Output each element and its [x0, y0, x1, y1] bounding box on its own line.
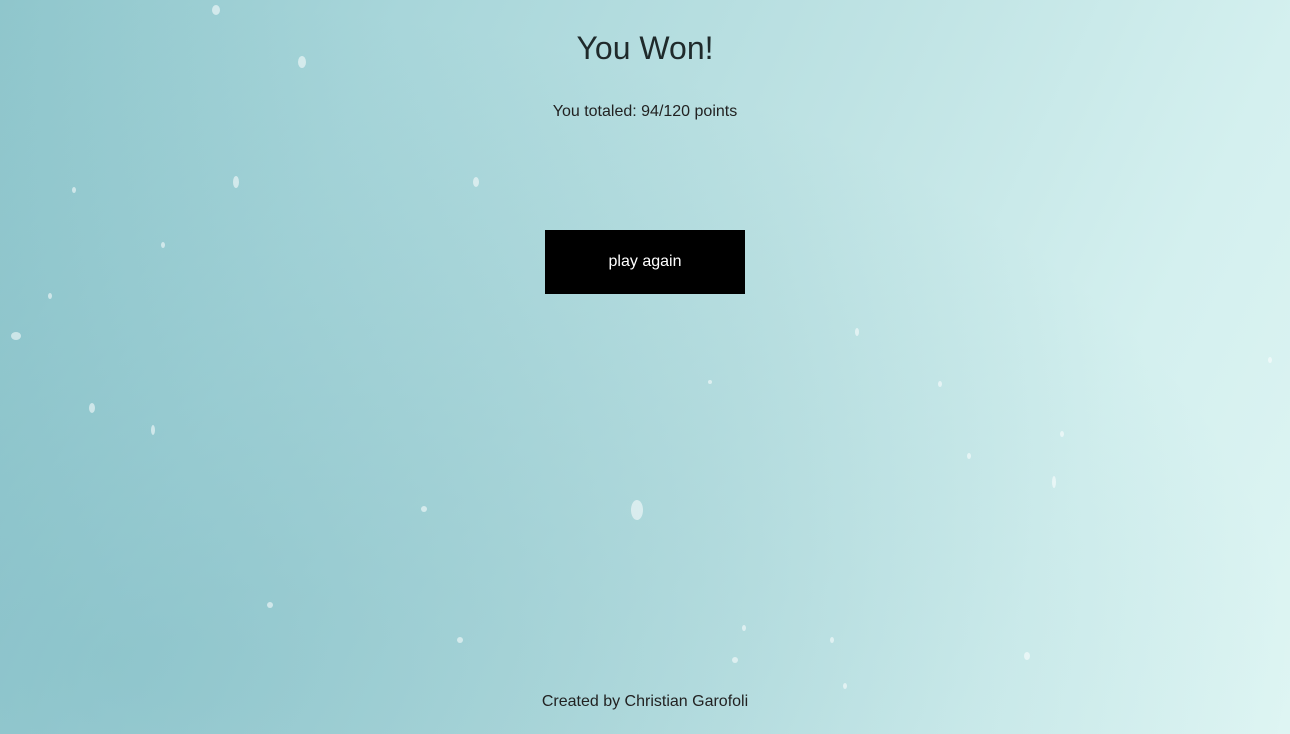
- game-over-screen: You Won! You totaled: 94/120 points play…: [0, 0, 1290, 734]
- score-summary: You totaled: 94/120 points: [552, 103, 738, 120]
- play-again-button[interactable]: play again: [545, 230, 745, 294]
- footer-credit: Created by Christian Garofoli: [541, 693, 749, 710]
- result-title: You Won!: [576, 30, 714, 66]
